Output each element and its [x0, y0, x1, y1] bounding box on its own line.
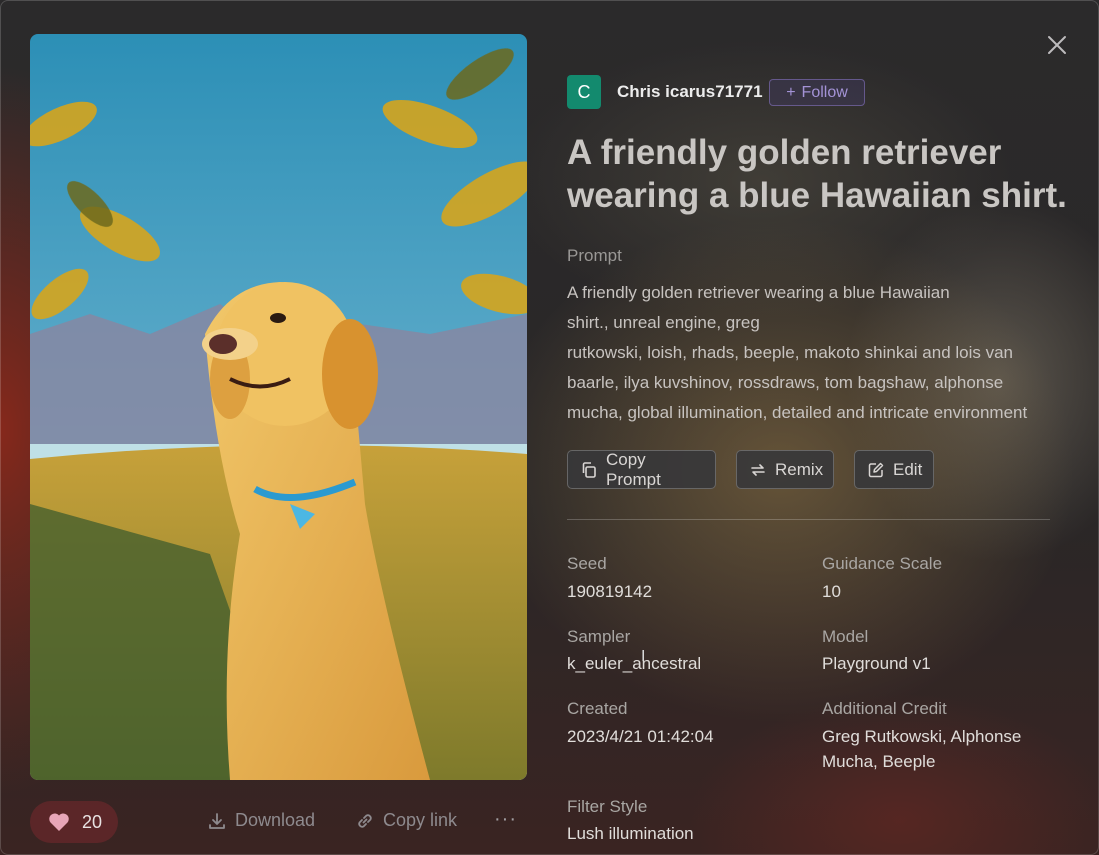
edit-label: Edit: [893, 459, 923, 479]
prompt-line: baarle, ilya kuvshinov, rossdraws, tom b…: [567, 373, 1004, 392]
download-icon: [207, 811, 227, 831]
prompt-label: Prompt: [567, 246, 622, 265]
credit-value-line1: Greg Rutkowski, Alphonse: [822, 727, 1022, 746]
divider: [567, 519, 1050, 520]
prompt-line: rutkowski, loish, rhads, beeple, makoto …: [567, 343, 1014, 362]
author-name[interactable]: Chris icarus71771: [617, 82, 763, 102]
guidance-label: Guidance Scale: [822, 554, 943, 573]
remix-icon: [749, 461, 767, 479]
generated-image: [30, 34, 527, 780]
copy-prompt-label: Copy Prompt: [606, 449, 661, 489]
prompt-line: A friendly golden retriever wearing a bl…: [567, 283, 950, 302]
guidance-value: 10: [822, 582, 841, 601]
like-button[interactable]: 20: [30, 801, 118, 843]
copy-icon: [580, 461, 598, 479]
image-title: A friendly golden retriever wearing a bl…: [567, 133, 1067, 215]
close-icon[interactable]: [1044, 32, 1070, 58]
avatar[interactable]: C: [567, 75, 601, 109]
prompt-line: shirt., unreal engine, greg: [567, 313, 760, 332]
credit-label: Additional Credit: [822, 699, 947, 718]
created-label: Created: [567, 699, 628, 718]
credit-value-line2: Mucha, Beeple: [822, 752, 936, 771]
follow-button[interactable]: + Follow: [769, 79, 865, 106]
like-count: 20: [82, 811, 103, 832]
link-icon: [355, 811, 375, 831]
model-value: Playground v1: [822, 654, 931, 673]
copy-link-label: Copy link: [383, 810, 458, 830]
prompt-text: A friendly golden retriever wearing a bl…: [567, 278, 1077, 428]
text-cursor-icon: I: [641, 648, 646, 665]
model-label: Model: [822, 627, 869, 646]
follow-label: Follow: [801, 83, 848, 101]
copy-prompt-button[interactable]: Copy Prompt: [567, 450, 716, 489]
sampler-label: Sampler: [567, 627, 631, 646]
more-options-icon[interactable]: ···: [494, 808, 517, 831]
sampler-value: k_euler_ancestral: [567, 654, 702, 673]
filter-style-label: Filter Style: [567, 797, 648, 816]
edit-button[interactable]: Edit: [854, 450, 934, 489]
created-value: 2023/4/21 01:42:04: [567, 727, 714, 746]
download-button[interactable]: Download: [207, 810, 315, 831]
copy-link-button[interactable]: Copy link: [355, 810, 457, 831]
download-label: Download: [235, 810, 316, 830]
plus-icon: +: [786, 83, 796, 101]
remix-button[interactable]: Remix: [736, 450, 834, 489]
remix-label: Remix: [775, 459, 824, 479]
filter-style-value: Lush illumination: [567, 824, 694, 843]
seed-label: Seed: [567, 554, 607, 573]
prompt-line: mucha, global illumination, detailed and…: [567, 403, 1028, 422]
heart-icon: [48, 812, 70, 832]
edit-icon: [867, 461, 885, 479]
seed-value: 190819142: [567, 582, 653, 601]
